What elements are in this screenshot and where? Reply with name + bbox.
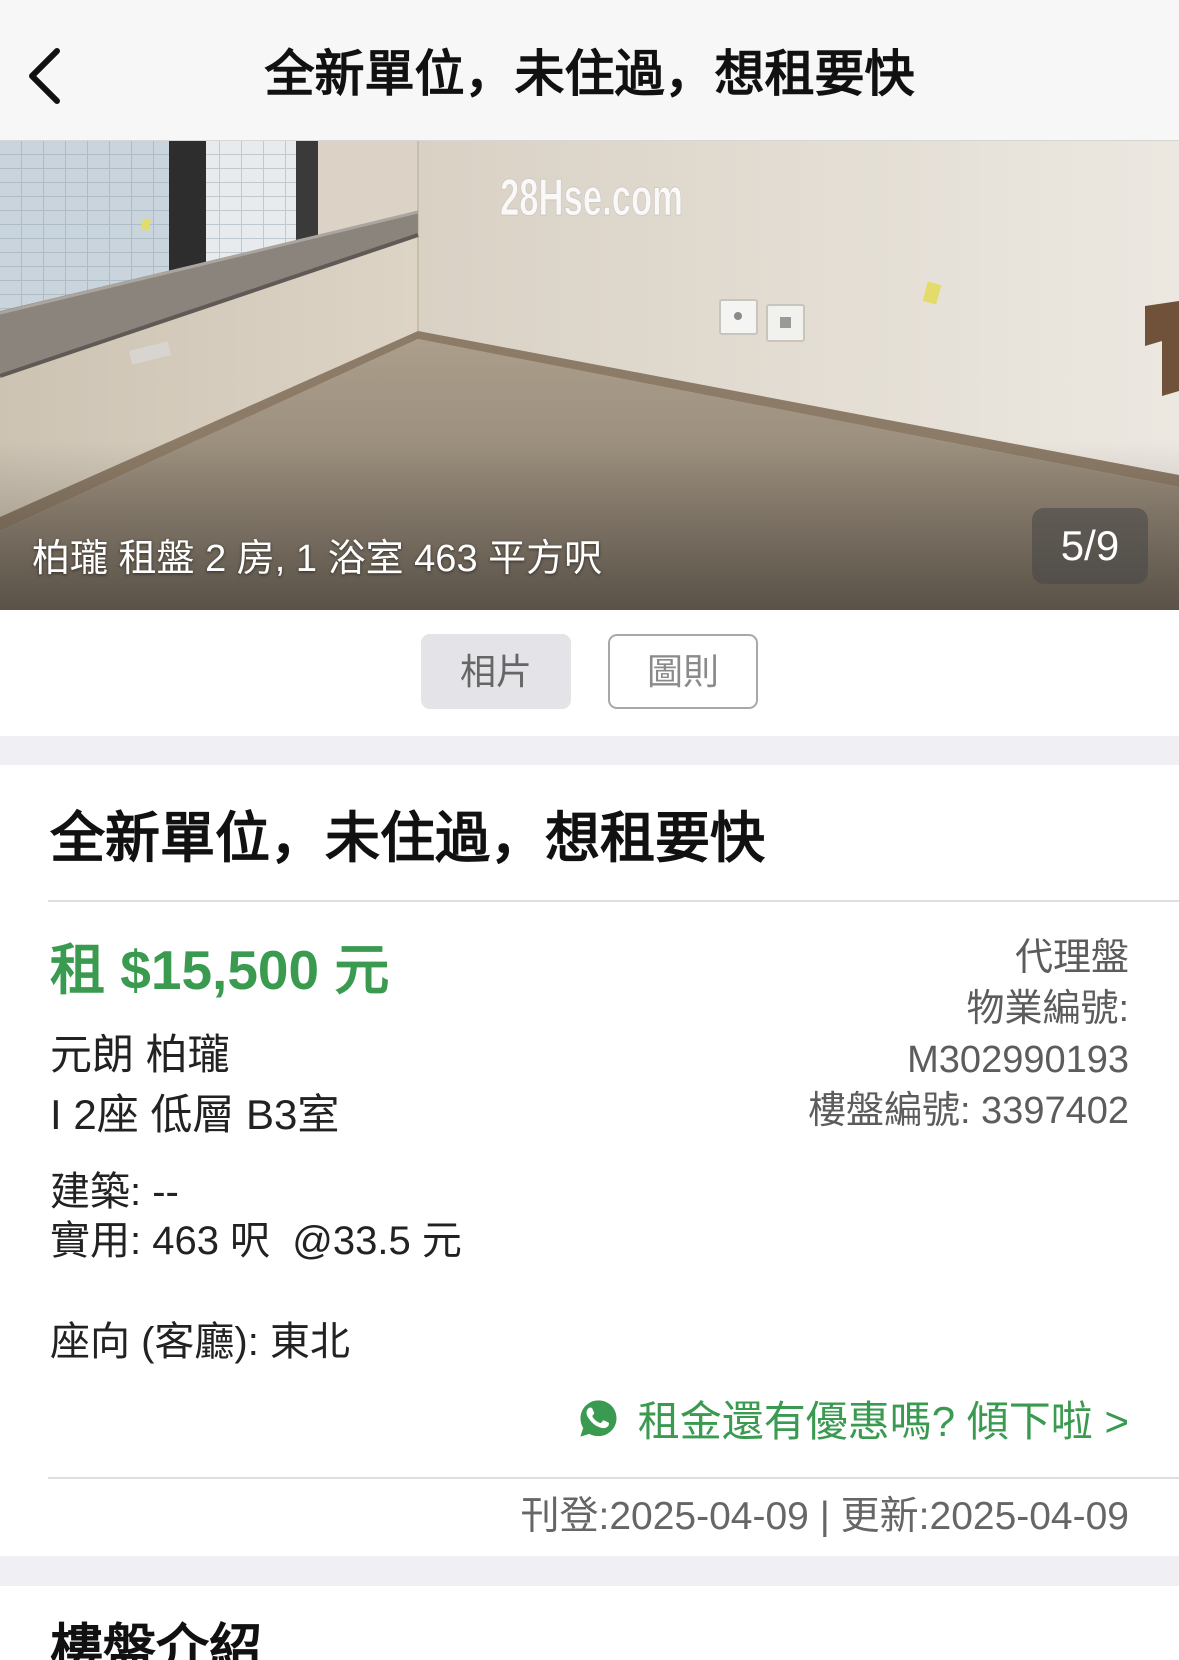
listing-no: 樓盤編號: 3397402 [807,1090,1129,1132]
section-title-estate-intro: 樓盤介紹 [50,1620,262,1660]
gross-area: 建築: -- [50,1170,179,1214]
facing-direction: 座向 (客廳): 東北 [50,1320,350,1364]
listing-type-label: 代理盤 [1014,937,1129,979]
section-separator [0,736,1179,765]
photo-gallery[interactable]: 28Hse.com 柏瓏 租盤 2 房, 1 浴室 463 平方呎 5/9 [0,141,1179,610]
rent-price: 租 $15,500 元 [50,939,390,1001]
listing-title: 全新單位，未住過，想租要快 [50,807,766,869]
photo-counter: 5/9 [1032,508,1148,584]
whatsapp-link-label: 租金還有優惠嗎? 傾下啦 > [637,1397,1129,1445]
location-block: 元朗 柏瓏 I 2座 低層 B3室 [50,1025,339,1145]
property-no-label: 物業編號: [966,988,1129,1030]
watermark-logo: 28Hse.com [500,169,683,227]
whatsapp-icon [580,1399,617,1437]
tab-floor-plan[interactable]: 圖則 [608,634,758,709]
chevron-left-icon [29,48,60,104]
whatsapp-enquiry-link[interactable]: 租金還有優惠嗎? 傾下啦 > [577,1388,1129,1448]
post-update-dates: 刊登:2025-04-09 | 更新:2025-04-09 [520,1495,1129,1538]
listing-meta: 代理盤 物業編號: M302990193 樓盤編號: 3397402 [808,933,1129,1137]
divider [48,1477,1179,1479]
district-estate: 元朗 柏瓏 [50,1031,230,1078]
property-no: M302990193 [907,1039,1129,1081]
unit-address: I 2座 低層 B3室 [50,1091,340,1138]
area-block: 建築: -- 實用: 463 呎 @33.5 元 [50,1168,462,1266]
tab-photos[interactable]: 相片 [421,634,571,709]
photo-caption: 柏瓏 租盤 2 房, 1 浴室 463 平方呎 [32,538,603,580]
top-nav-bar: 全新單位，未住過，想租要快 [0,0,1179,141]
section-separator [0,1556,1179,1586]
back-button[interactable] [14,40,74,112]
divider [48,900,1179,902]
page-title: 全新單位，未住過，想租要快 [264,46,915,102]
caption-shade [0,441,1179,610]
saleable-area: 實用: 463 呎 @33.5 元 [50,1219,462,1263]
